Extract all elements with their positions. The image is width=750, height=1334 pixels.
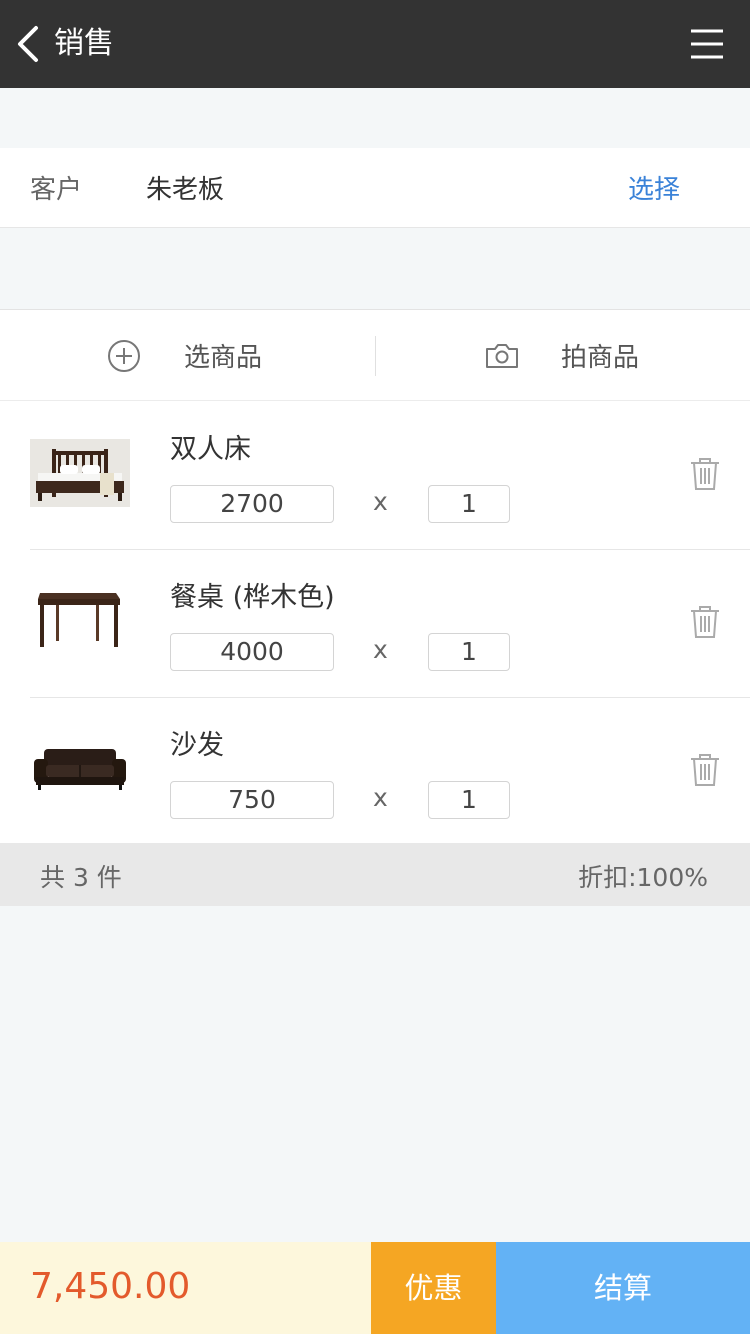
product-name: 餐桌 (桦木色) xyxy=(170,582,335,613)
multiply-sign: x xyxy=(373,783,388,812)
pick-product-label: 选商品 xyxy=(184,343,263,373)
cart-summary-bar: 共 3 件 折扣:100% xyxy=(0,843,750,906)
total-amount: 7,450.00 xyxy=(30,1266,191,1307)
customer-label: 客户 xyxy=(30,175,83,205)
top-nav-bar: 销售 xyxy=(0,0,750,88)
product-name: 沙发 xyxy=(170,730,224,761)
plus-circle-icon xyxy=(108,340,140,372)
camera-icon xyxy=(486,344,518,368)
bed-thumbnail xyxy=(30,439,130,507)
pick-product-button[interactable]: 选商品 xyxy=(0,310,375,402)
trash-icon[interactable] xyxy=(690,753,720,787)
checkout-bar: 7,450.00 优惠 结算 xyxy=(0,1242,750,1334)
cart-item-list: 双人床 2700 x 1 餐桌 (桦木色) 4000 x 1 沙发 750 x … xyxy=(0,401,750,845)
quantity-input[interactable]: 1 xyxy=(428,781,510,819)
cart-item: 餐桌 (桦木色) 4000 x 1 xyxy=(0,549,750,697)
discount-rate: 折扣:100% xyxy=(578,863,708,892)
cart-item: 沙发 750 x 1 xyxy=(0,697,750,845)
chevron-left-icon[interactable] xyxy=(12,24,48,64)
price-input[interactable]: 750 xyxy=(170,781,334,819)
price-input[interactable]: 4000 xyxy=(170,633,334,671)
checkout-button[interactable]: 结算 xyxy=(496,1242,750,1334)
promotion-button[interactable]: 优惠 xyxy=(371,1242,496,1334)
multiply-sign: x xyxy=(373,487,388,516)
multiply-sign: x xyxy=(373,635,388,664)
hamburger-menu-icon[interactable] xyxy=(690,28,724,60)
total-amount-area: 7,450.00 xyxy=(0,1242,371,1334)
dining-table-thumbnail xyxy=(30,587,130,655)
quantity-input[interactable]: 1 xyxy=(428,633,510,671)
item-count: 共 3 件 xyxy=(40,863,122,892)
customer-row: 客户 朱老板 选择 xyxy=(0,148,750,228)
product-actions-row: 选商品 拍商品 xyxy=(0,309,750,401)
sofa-thumbnail xyxy=(30,735,130,803)
price-input[interactable]: 2700 xyxy=(170,485,334,523)
trash-icon[interactable] xyxy=(690,457,720,491)
customer-name: 朱老板 xyxy=(146,175,225,205)
cart-item: 双人床 2700 x 1 xyxy=(0,401,750,549)
photo-product-label: 拍商品 xyxy=(561,343,640,373)
select-customer-link[interactable]: 选择 xyxy=(628,169,680,206)
product-name: 双人床 xyxy=(170,434,251,465)
sales-page: 销售 客户 朱老板 选择 选商品 拍商品 双人床 2700 x 1 餐桌 (桦木… xyxy=(0,0,750,1334)
page-title: 销售 xyxy=(54,26,114,61)
photo-product-button[interactable]: 拍商品 xyxy=(376,310,750,402)
trash-icon[interactable] xyxy=(690,605,720,639)
quantity-input[interactable]: 1 xyxy=(428,485,510,523)
